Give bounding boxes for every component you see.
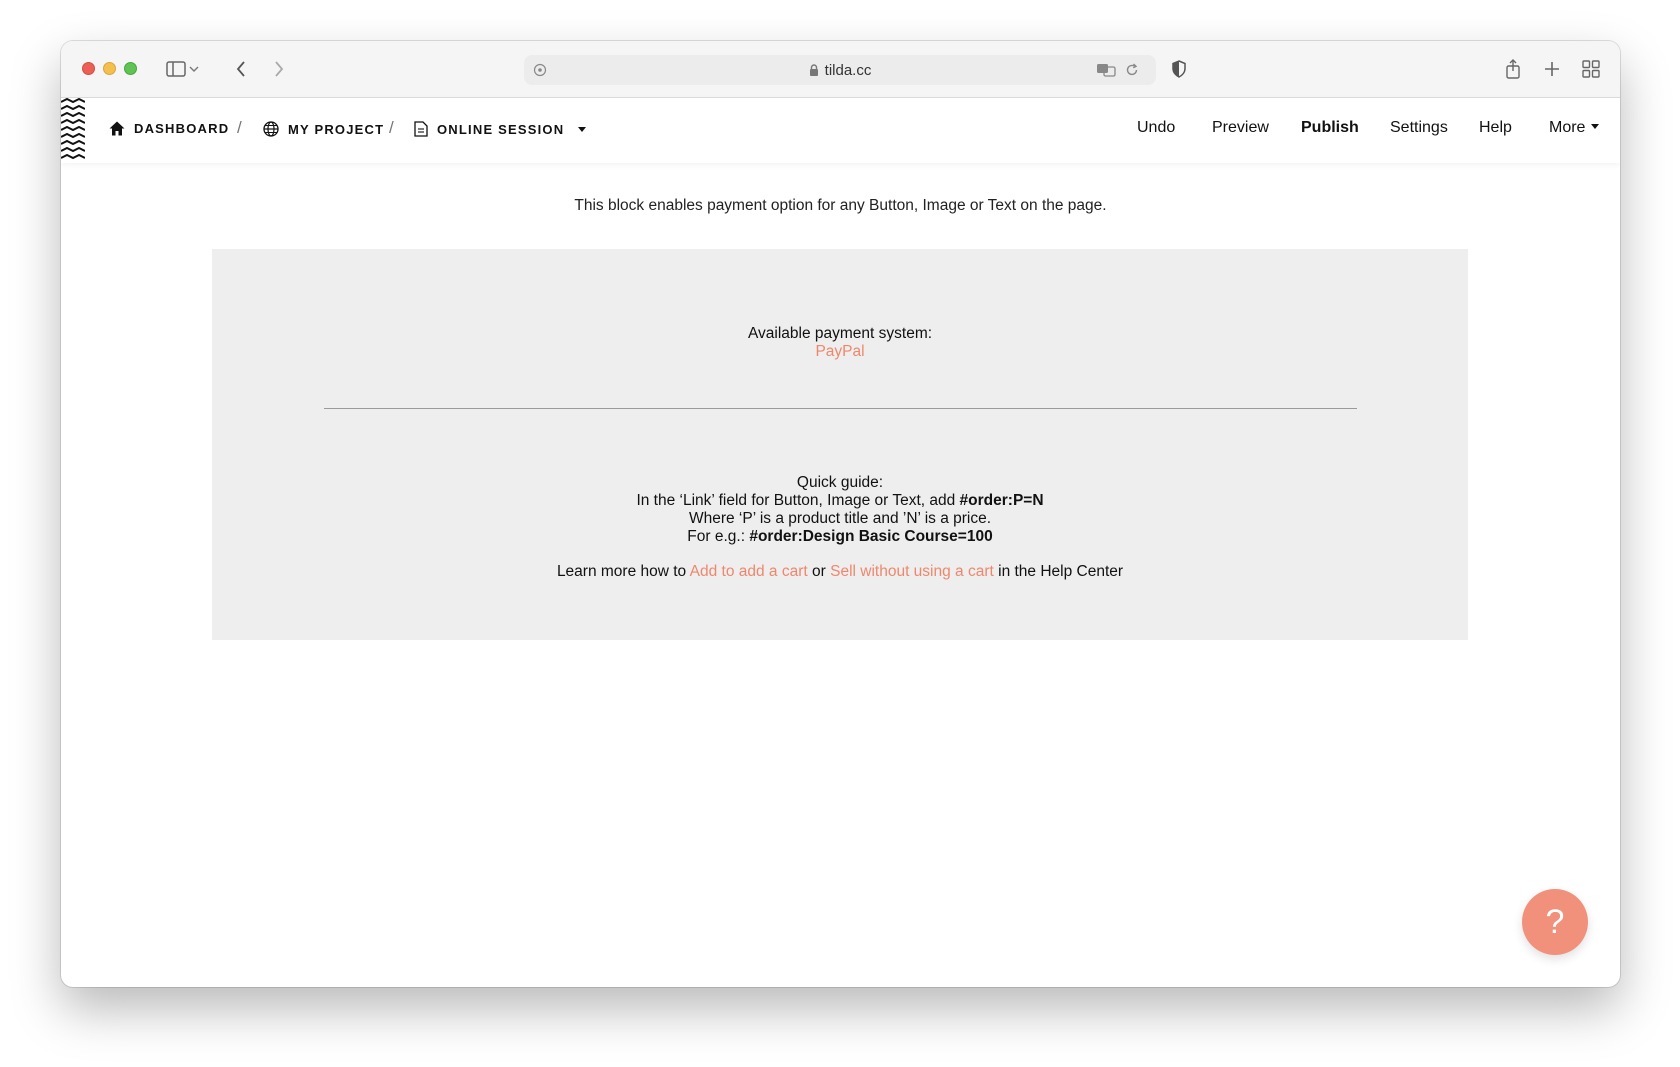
back-arrow-icon[interactable] (229, 57, 253, 81)
zoom-window-button[interactable] (124, 62, 137, 75)
share-icon[interactable] (1501, 57, 1525, 81)
publish-button[interactable]: Publish (1301, 119, 1359, 137)
new-tab-icon[interactable] (1540, 57, 1564, 81)
payment-info-panel: Available payment system: PayPal Quick g… (212, 249, 1468, 640)
guide-text: In the ‘Link’ field for Button, Image or… (636, 492, 960, 509)
learn-more-text: Learn more how to (556, 563, 690, 580)
url-text: tilda.cc (824, 62, 872, 79)
preview-button[interactable]: Preview (1212, 119, 1269, 137)
breadcrumb-online-session[interactable]: ONLINE SESSION (414, 121, 587, 137)
quick-guide-line-3: For e.g.: #order:Design Basic Course=100 (212, 528, 1468, 546)
section-divider (324, 408, 1357, 409)
globe-icon (263, 121, 279, 137)
reload-icon[interactable] (1120, 58, 1144, 82)
privacy-shield-icon[interactable] (1167, 57, 1191, 81)
undo-button[interactable]: Undo (1137, 119, 1175, 137)
settings-button[interactable]: Settings (1390, 119, 1448, 137)
caret-down-icon (1591, 124, 1600, 129)
order-code-example: #order:Design Basic Course=100 (749, 528, 993, 545)
browser-window: tilda.cc DASHBOARD / MY PROJECT / ONLINE… (61, 41, 1620, 987)
sell-without-cart-help-link[interactable]: Sell without using a cart (830, 563, 994, 580)
learn-more-text: or (807, 563, 831, 580)
url-display: tilda.cc (524, 62, 1156, 80)
forward-arrow-icon[interactable] (267, 57, 291, 81)
order-code-syntax: #order:P=N (959, 492, 1044, 509)
breadcrumb-separator: / (237, 118, 242, 137)
minimize-window-button[interactable] (103, 62, 116, 75)
tab-overview-icon[interactable] (1579, 57, 1603, 81)
chevron-down-icon[interactable] (187, 57, 201, 81)
lock-icon (809, 63, 819, 80)
payment-system-label: Available payment system: (747, 325, 933, 342)
browser-toolbar: tilda.cc (61, 41, 1620, 98)
breadcrumb-label: DASHBOARD (134, 121, 230, 136)
quick-guide-line-2: Where ‘P’ is a product title and ’N’ is … (688, 510, 992, 527)
home-icon (109, 121, 125, 136)
paypal-link[interactable]: PayPal (815, 343, 864, 360)
more-menu-label: More (1549, 119, 1586, 136)
quick-guide-title: Quick guide: (796, 474, 884, 491)
translate-icon[interactable] (1094, 58, 1118, 82)
learn-more-line: Learn more how to Add to add a cart or S… (212, 563, 1468, 581)
block-description: This block enables payment option for an… (574, 197, 1107, 214)
breadcrumb-separator: / (389, 118, 394, 137)
close-window-button[interactable] (82, 62, 95, 75)
sidebar-toggle-icon[interactable] (164, 57, 188, 81)
help-question-button[interactable]: ? (1522, 889, 1588, 955)
breadcrumb-label: ONLINE SESSION (437, 121, 565, 137)
question-mark-icon: ? (1545, 902, 1565, 941)
breadcrumb-dashboard[interactable]: DASHBOARD (109, 121, 229, 136)
add-to-cart-help-link[interactable]: Add to add a cart (690, 563, 808, 580)
editor-topbar: DASHBOARD / MY PROJECT / ONLINE SESSION … (61, 98, 1620, 163)
page-icon (414, 121, 428, 137)
page-dropdown-caret-icon[interactable] (578, 126, 587, 132)
tilda-logo-zigzag[interactable] (61, 98, 85, 163)
address-bar[interactable]: tilda.cc (524, 55, 1156, 85)
help-button[interactable]: Help (1479, 119, 1512, 137)
guide-text: For e.g.: (687, 528, 750, 545)
quick-guide-line-1: In the ‘Link’ field for Button, Image or… (212, 492, 1468, 510)
breadcrumb-my-project[interactable]: MY PROJECT (263, 121, 384, 137)
learn-more-text: in the Help Center (993, 563, 1124, 580)
breadcrumb-label: MY PROJECT (288, 121, 385, 137)
more-menu-button[interactable]: More (1549, 119, 1600, 137)
